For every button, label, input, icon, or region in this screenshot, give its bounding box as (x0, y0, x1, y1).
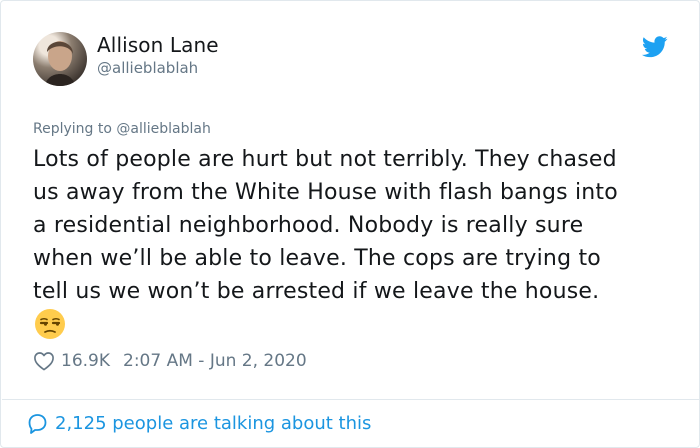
tweet-line: us away from the White House with flash … (33, 180, 618, 205)
conversation-link[interactable]: 2,125 people are talking about this (25, 411, 371, 435)
avatar[interactable] (33, 32, 87, 86)
tweet-line: a residential neighborhood. Nobody is re… (33, 213, 584, 238)
tweet-text: Lots of people are hurt but not terribly… (33, 143, 683, 308)
author-handle[interactable]: @allieblablah (97, 59, 198, 77)
replying-to[interactable]: Replying to @allieblablah (33, 121, 211, 137)
author-name[interactable]: Allison Lane (97, 33, 219, 57)
unamused-face-emoji (35, 309, 65, 339)
like-count[interactable]: 16.9K (61, 351, 110, 371)
twitter-bird-icon[interactable] (642, 36, 668, 58)
conversation-count[interactable]: 2,125 people are talking about this (55, 413, 371, 434)
comment-icon (28, 414, 47, 434)
divider (2, 399, 699, 400)
tweet-line: Lots of people are hurt but not terribly… (33, 147, 617, 172)
tweet-timestamp[interactable]: 2:07 AM - Jun 2, 2020 (123, 351, 307, 371)
tweet-card: Allison Lane @allieblablah Replying to @… (0, 0, 700, 448)
tweet-line: when we’ll be able to leave. The cops ar… (33, 246, 601, 271)
tweet-meta: 16.9K 2:07 AM - Jun 2, 2020 (33, 348, 307, 374)
heart-icon[interactable] (33, 351, 55, 371)
tweet-line: tell us we won’t be arrested if we leave… (33, 279, 600, 304)
